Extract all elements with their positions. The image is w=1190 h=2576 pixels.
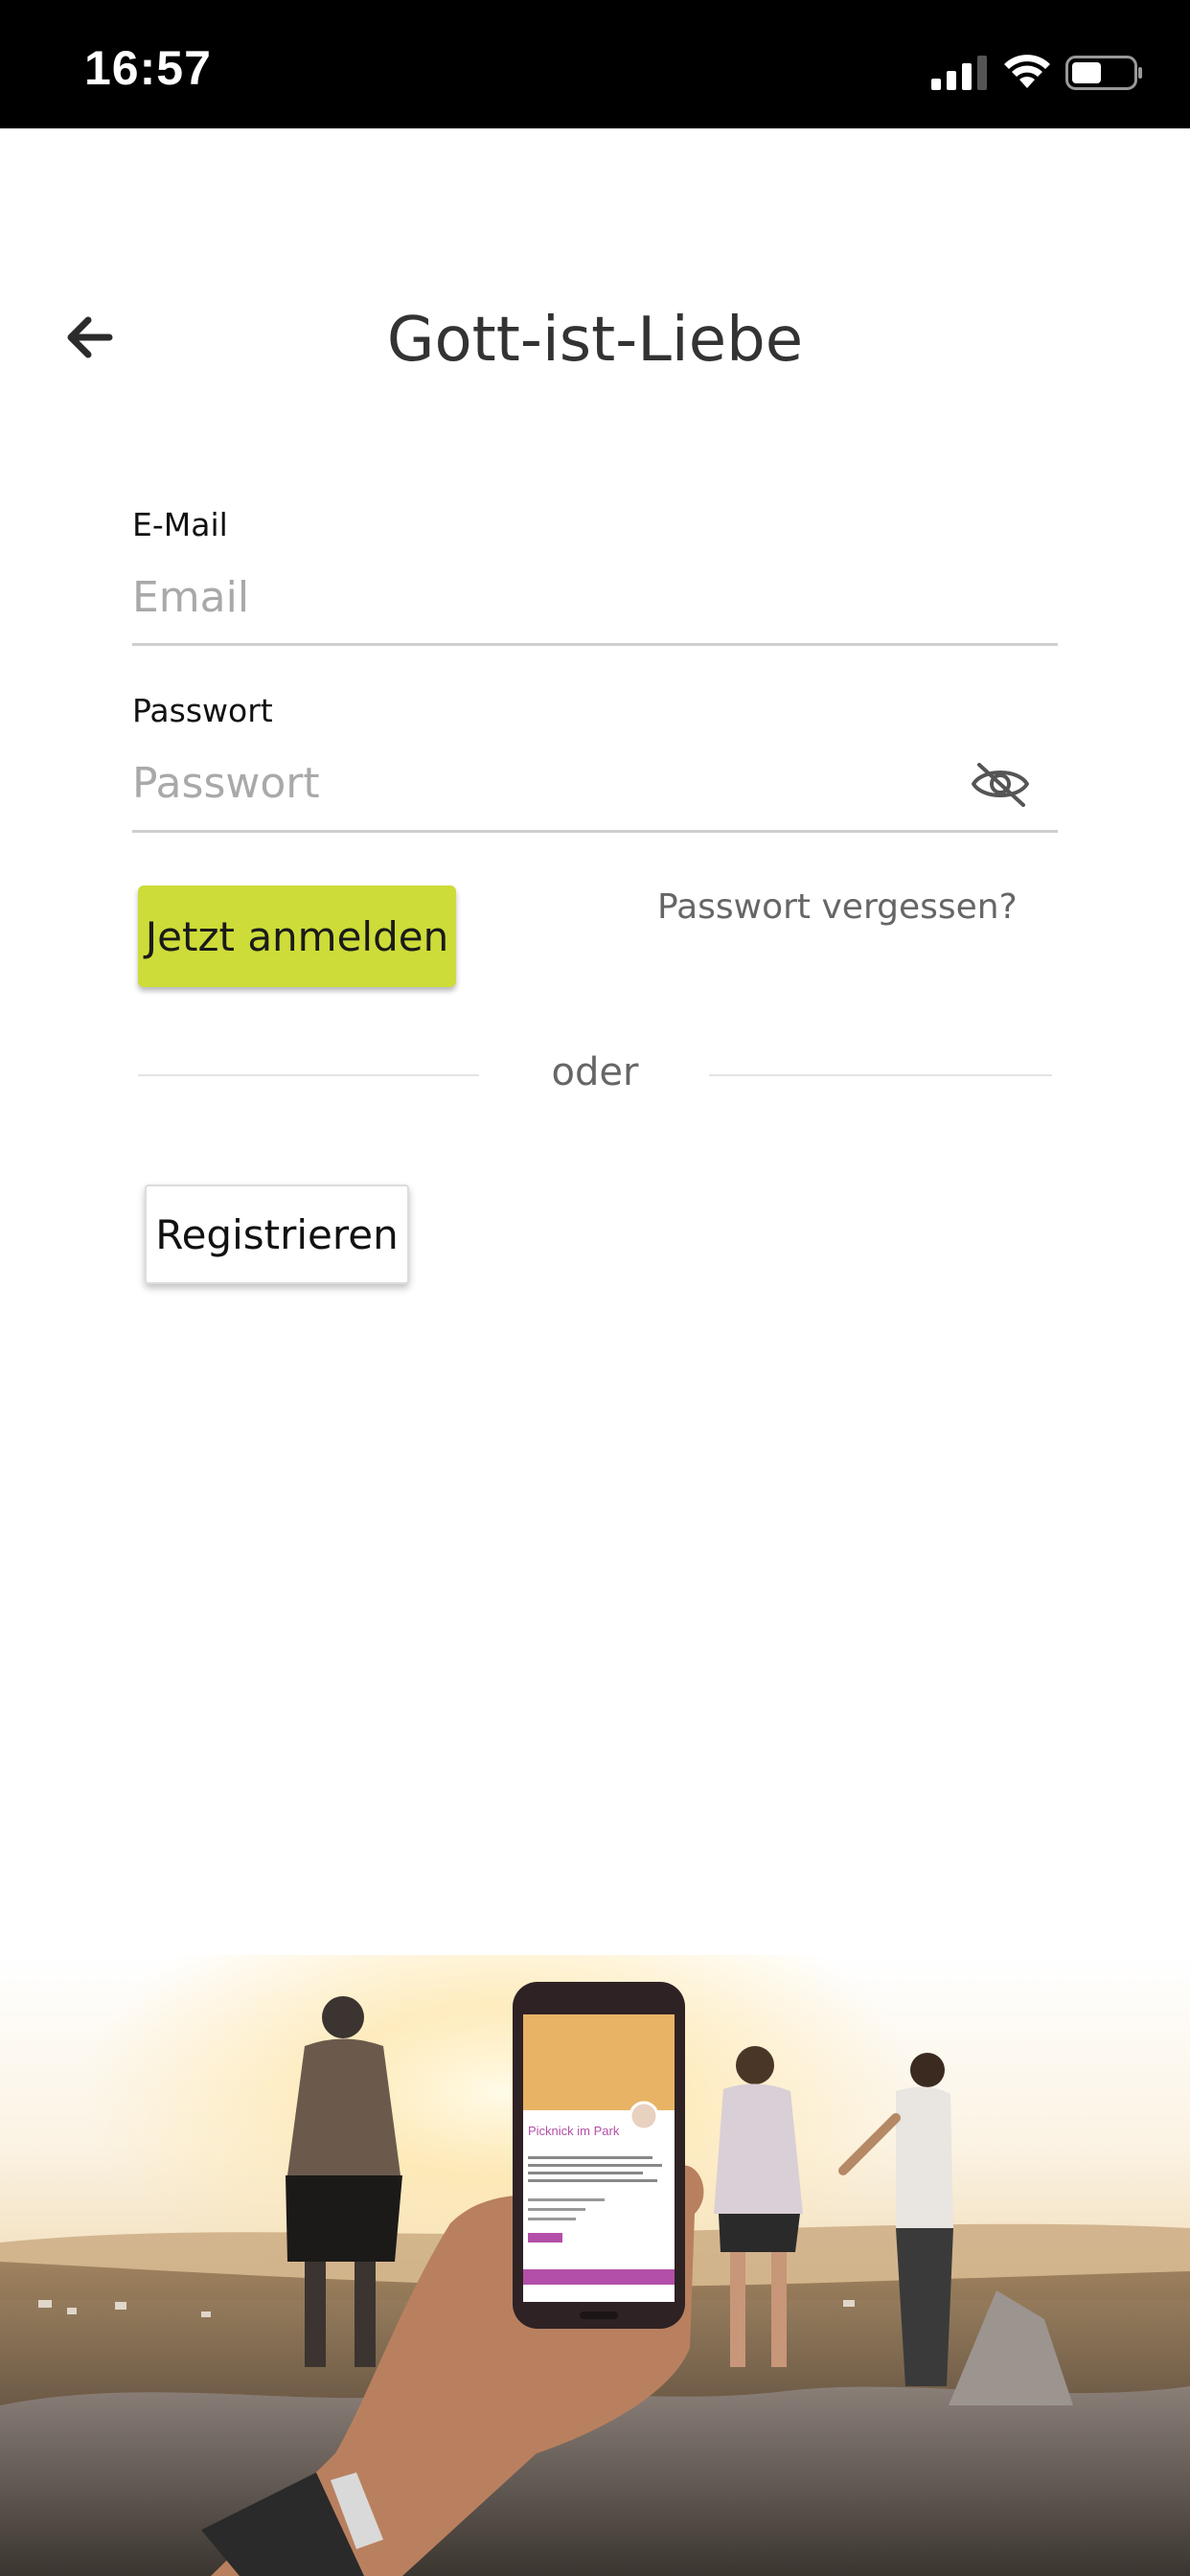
phone-card-title: Picknick im Park	[528, 2124, 620, 2138]
status-bar: 16:57	[0, 0, 1190, 128]
email-label: E-Mail	[132, 506, 228, 543]
password-label: Passwort	[132, 692, 273, 729]
register-button[interactable]: Registrieren	[145, 1184, 409, 1284]
login-button[interactable]: Jetzt anmelden	[138, 886, 456, 987]
divider-text: oder	[551, 1050, 639, 1094]
email-underline	[132, 643, 1058, 646]
divider-line-right	[709, 1074, 1052, 1076]
hero-illustration: Picknick im Park	[0, 1955, 1190, 2576]
page-title: Gott-ist-Liebe	[386, 305, 804, 376]
password-underline	[132, 830, 1058, 833]
status-time: 16:57	[84, 41, 212, 95]
password-input[interactable]	[132, 748, 956, 818]
battery-icon	[1065, 56, 1142, 90]
wifi-icon	[1004, 55, 1050, 88]
forgot-password-link[interactable]: Passwort vergessen?	[657, 887, 1018, 927]
eye-off-icon[interactable]	[970, 757, 1031, 811]
cellular-signal-icon	[931, 56, 987, 90]
email-input[interactable]	[132, 562, 1058, 632]
